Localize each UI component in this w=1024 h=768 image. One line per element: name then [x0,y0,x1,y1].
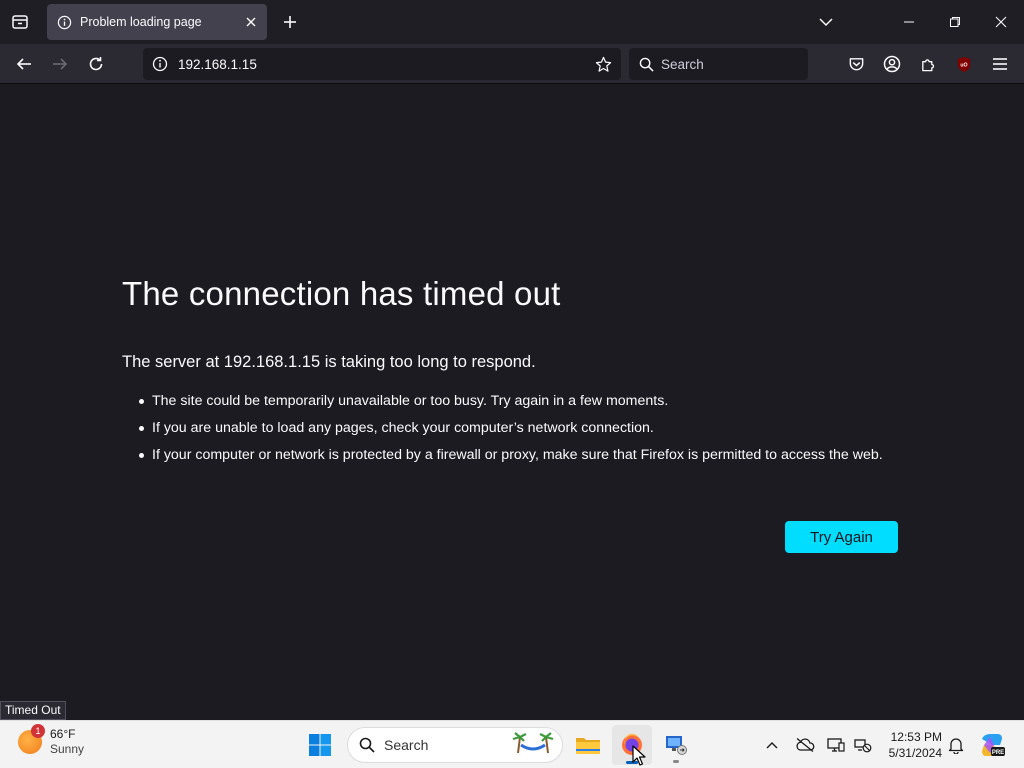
copilot-icon: PRE [982,734,1005,756]
weather-temp: 66°F [50,727,76,741]
puzzle-icon [921,58,934,71]
display-icon [827,738,845,752]
status-tooltip: Timed Out [0,701,66,720]
network-tray-button[interactable] [851,733,875,757]
error-intro: The server at 192.168.1.15 is taking too… [122,353,536,371]
plus-icon [284,16,296,28]
remote-desktop-icon [666,736,687,755]
app-menu-button[interactable] [984,48,1016,80]
hamburger-menu-icon [993,58,1007,70]
tab-list-button[interactable] [4,6,36,38]
reload-button[interactable] [80,48,112,80]
remote-desktop-button[interactable] [656,725,696,765]
search-icon [358,736,376,754]
close-icon [246,17,256,27]
minimize-button[interactable] [886,0,932,44]
taskbar-search[interactable]: Search [347,727,563,763]
list-item: If your computer or network is protected… [122,445,902,465]
error-suggestions: The site could be temporarily unavailabl… [122,391,902,472]
search-highlight-icon [510,731,556,760]
info-icon [56,14,72,30]
site-info-icon[interactable] [150,54,170,74]
tab-strip: Problem loading page [0,0,1024,44]
windows-logo-icon [309,734,331,756]
bookmark-button[interactable] [589,50,617,78]
sun-icon: 1 [18,724,45,754]
notification-badge: 1 [31,724,45,738]
taskbar: 1 66°F Sunny Search 12:53 PM 5/31/2024 P… [0,720,1024,768]
search-input[interactable] [661,56,801,72]
forward-button[interactable] [44,48,76,80]
extensions-button[interactable] [912,48,944,80]
network-disconnected-icon [854,739,872,753]
account-button[interactable] [876,48,908,80]
mouse-cursor-icon [632,745,646,766]
window-close-button[interactable] [978,0,1024,44]
url-text[interactable]: 192.168.1.15 [178,57,589,72]
display-tray-button[interactable] [824,733,848,757]
account-icon [883,55,901,73]
svg-text:uO: uO [960,62,967,68]
address-bar[interactable]: 192.168.1.15 [143,48,621,80]
search-icon [637,55,655,73]
weather-condition: Sunny [50,742,85,756]
cloud-offline-icon [796,737,815,753]
clock-date: 5/31/2024 [888,746,942,760]
tab-title: Problem loading page [80,15,202,29]
clock-time: 12:53 PM [890,730,942,744]
chevron-down-icon [819,18,833,27]
browser-window: Problem loading page 192.168.1.15 Search… [0,0,1024,720]
search-bar[interactable] [629,48,808,80]
system-clock[interactable]: 12:53 PM 5/31/2024 [878,729,942,761]
star-icon [595,56,611,72]
taskbar-search-label: Search [384,737,429,753]
bell-icon [948,738,964,754]
tab-active[interactable]: Problem loading page [47,4,267,40]
tab-list-icon [12,15,28,29]
copilot-button[interactable]: PRE [978,731,1006,759]
restore-icon [950,17,960,27]
pocket-icon [849,57,863,70]
folder-icon [576,738,600,754]
navigation-toolbar: 192.168.1.15 uO [0,44,1024,84]
tab-close-button[interactable] [239,10,263,34]
arrow-left-icon [16,58,31,70]
list-item: The site could be temporarily unavailabl… [122,391,902,411]
arrow-right-icon [53,58,68,70]
reload-icon [89,57,103,71]
new-tab-button[interactable] [274,6,306,38]
back-button[interactable] [8,48,40,80]
svg-text:PRE: PRE [992,750,1004,756]
ublock-icon: uO [957,56,971,72]
list-item: If you are unable to load any pages, che… [122,418,902,438]
chevron-up-icon [766,742,778,749]
start-button[interactable] [300,725,340,765]
pocket-button[interactable] [840,48,872,80]
show-hidden-icons-button[interactable] [760,733,784,757]
restore-button[interactable] [932,0,978,44]
list-all-tabs-button[interactable] [810,6,842,38]
ublock-button[interactable]: uO [948,48,980,80]
window-close-icon [995,16,1007,28]
minimize-icon [904,21,914,23]
weather-widget[interactable]: 1 66°F Sunny [18,724,85,757]
onedrive-tray-button[interactable] [793,733,817,757]
error-page: The connection has timed out The server … [0,85,1024,720]
try-again-button[interactable]: Try Again [785,521,898,553]
error-title: The connection has timed out [122,275,561,312]
notifications-button[interactable] [944,733,968,757]
file-explorer-button[interactable] [568,725,608,765]
